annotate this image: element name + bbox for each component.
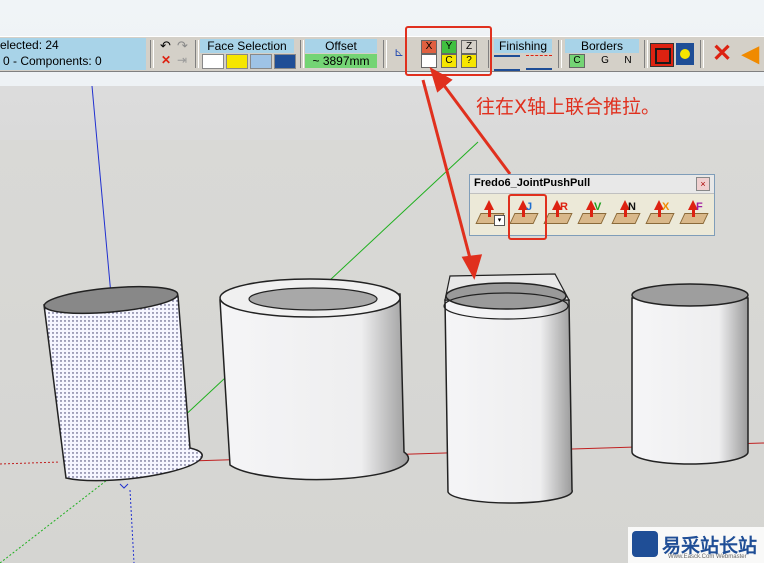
watermark-logo-icon	[632, 531, 658, 557]
watermark-subtext: Www.Easck.Com Webmaster	[668, 554, 747, 560]
viewport-3d[interactable]	[0, 0, 764, 563]
tool-letter-x: X	[662, 201, 670, 213]
tool-letter-n: N	[628, 201, 636, 213]
panel-titlebar[interactable]: Fredo6_JointPushPull ×	[470, 175, 714, 194]
panel-close-button[interactable]: ×	[696, 177, 710, 191]
annotation-text: 往在X轴上联合推拉。	[476, 96, 661, 118]
pushpull-tool-vector[interactable]: V	[577, 199, 607, 227]
pushpull-tool-round[interactable]: R	[543, 199, 573, 227]
pushpull-tool-follow[interactable]: F	[679, 199, 709, 227]
blue-axis-line	[91, 85, 112, 296]
pushpull-tool-default[interactable]: ▾	[475, 199, 505, 227]
dropdown-icon[interactable]: ▾	[494, 215, 505, 226]
cylinder-1-selected	[43, 285, 203, 489]
cylinder-4	[631, 283, 749, 465]
tool-letter-r: R	[560, 201, 568, 213]
cylinder-2	[219, 278, 410, 481]
pushpull-tool-normal[interactable]: N	[611, 199, 641, 227]
joint-pushpull-panel: Fredo6_JointPushPull × ▾ J R V N X F	[469, 174, 715, 236]
pushpull-tool-extrude[interactable]: X	[645, 199, 675, 227]
tool-letter-f: F	[696, 201, 703, 213]
watermark: 易采站长站 Www.Easck.Com Webmaster	[628, 527, 764, 563]
highlight-joint-tool	[508, 194, 547, 240]
tool-letter-v: V	[594, 201, 602, 213]
cylinder-3	[443, 273, 573, 504]
panel-title: Fredo6_JointPushPull	[474, 177, 591, 189]
